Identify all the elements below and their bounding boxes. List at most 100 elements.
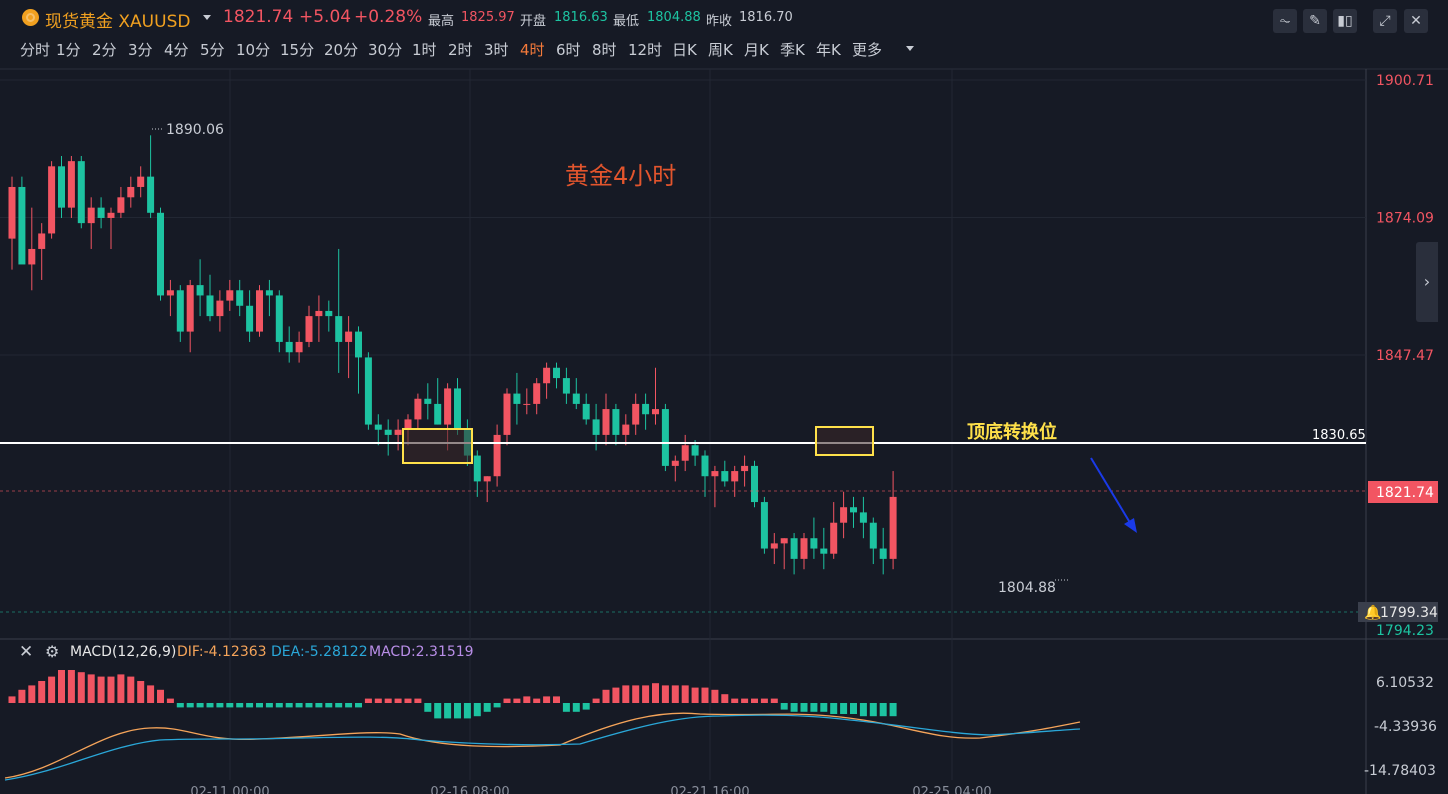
candle-body xyxy=(454,388,461,430)
macd-bar xyxy=(671,685,679,703)
macd-bar xyxy=(543,696,551,703)
candle-body xyxy=(58,166,65,208)
candle-body xyxy=(543,367,551,384)
macd-tick-0: 6.10532 xyxy=(1376,675,1434,691)
candle-body xyxy=(889,496,897,559)
candle-body xyxy=(18,186,26,265)
macd-bar xyxy=(305,703,313,708)
candle-body xyxy=(275,295,283,342)
dea-line xyxy=(4,714,1081,781)
candle-body xyxy=(810,538,818,549)
y-tick-3: 1794.23 xyxy=(1376,623,1434,639)
macd-bar xyxy=(374,698,382,703)
candle-body xyxy=(424,398,432,404)
macd-bar xyxy=(810,703,818,712)
macd-bar xyxy=(622,685,630,703)
macd-bar xyxy=(751,698,758,703)
candle-body xyxy=(166,290,174,296)
macd-bar xyxy=(632,685,640,703)
candle-body xyxy=(67,161,75,208)
candle-body xyxy=(38,233,46,249)
macd-bar xyxy=(493,703,501,708)
candle-body xyxy=(186,285,194,332)
candle-body xyxy=(612,409,620,435)
candle-body xyxy=(157,212,164,296)
macd-settings-icon[interactable]: ⚙ xyxy=(45,642,59,661)
macd-bar xyxy=(800,703,808,712)
candle-body xyxy=(760,502,768,549)
macd-bar xyxy=(196,703,204,708)
macd-bar xyxy=(176,703,184,708)
macd-bar xyxy=(553,696,560,703)
macd-bar xyxy=(295,703,303,708)
candle-body xyxy=(414,398,422,420)
candle-body xyxy=(642,403,650,415)
candle-body xyxy=(295,341,303,353)
candle-body xyxy=(117,197,125,213)
macd-bar xyxy=(38,681,46,703)
macd-bar xyxy=(760,698,768,703)
candle-body xyxy=(632,403,640,425)
candle-body xyxy=(652,409,659,415)
macd-bar xyxy=(226,703,234,708)
macd-bar xyxy=(28,685,36,703)
macd-bar xyxy=(414,698,422,703)
candle-body xyxy=(493,434,501,477)
macd-bar xyxy=(513,698,521,703)
macd-bar xyxy=(325,703,333,708)
level-value: 1830.65 xyxy=(1312,428,1366,443)
y-tick-1: 1874.09 xyxy=(1376,211,1434,227)
macd-close-icon[interactable]: ✕ xyxy=(19,642,33,662)
macd-value: MACD:2.31519 xyxy=(369,644,474,660)
macd-bar xyxy=(8,696,16,703)
macd-bar xyxy=(355,703,362,708)
candle-body xyxy=(226,290,234,301)
candle-body xyxy=(800,538,808,559)
candle-body xyxy=(28,248,36,265)
y-tick-0: 1900.71 xyxy=(1376,73,1434,89)
macd-bar xyxy=(137,681,145,703)
candle-body xyxy=(859,512,867,523)
candle-body xyxy=(147,176,155,213)
macd-bar xyxy=(731,698,739,703)
alert-price-label: 1799.34 xyxy=(1380,605,1438,621)
candle-body xyxy=(434,403,442,425)
macd-bar xyxy=(58,670,65,703)
current-price-label: 1821.74 xyxy=(1376,485,1434,501)
macd-bar xyxy=(642,685,650,703)
macd-bar xyxy=(830,703,838,714)
macd-bar xyxy=(691,687,699,703)
candle-body xyxy=(741,465,749,472)
candle-body xyxy=(661,409,669,466)
macd-bar xyxy=(236,703,244,708)
side-panel-toggle[interactable]: › xyxy=(1416,242,1438,322)
x-tick-3: 02-25 04:00 xyxy=(912,785,991,794)
candle-body xyxy=(246,305,254,332)
macd-bar xyxy=(711,689,719,703)
macd-bar xyxy=(661,685,669,703)
candle-body xyxy=(315,310,323,317)
candle-body xyxy=(780,538,788,544)
candle-body xyxy=(850,507,857,513)
candle-body xyxy=(751,465,758,503)
candle-body xyxy=(48,166,56,234)
x-tick-2: 02-21 16:00 xyxy=(670,785,749,794)
macd-bar xyxy=(572,703,580,712)
macd-bar xyxy=(87,674,95,703)
dea-value: DEA:-5.28122 xyxy=(271,644,368,660)
candle-body xyxy=(572,393,580,404)
macd-bar xyxy=(701,687,709,703)
macd-bar xyxy=(483,703,491,712)
macd-bar xyxy=(275,703,283,708)
candle-body xyxy=(533,383,541,404)
macd-bar xyxy=(384,698,392,703)
macd-bar xyxy=(147,685,155,703)
candle-body xyxy=(701,455,709,477)
candle-body xyxy=(137,176,145,187)
level-label: 顶底转换位 xyxy=(967,421,1057,443)
candle-body xyxy=(622,424,630,435)
macd-bar xyxy=(681,685,689,703)
candle-body xyxy=(374,424,382,430)
macd-bar xyxy=(394,698,402,703)
candle-body xyxy=(216,300,224,317)
